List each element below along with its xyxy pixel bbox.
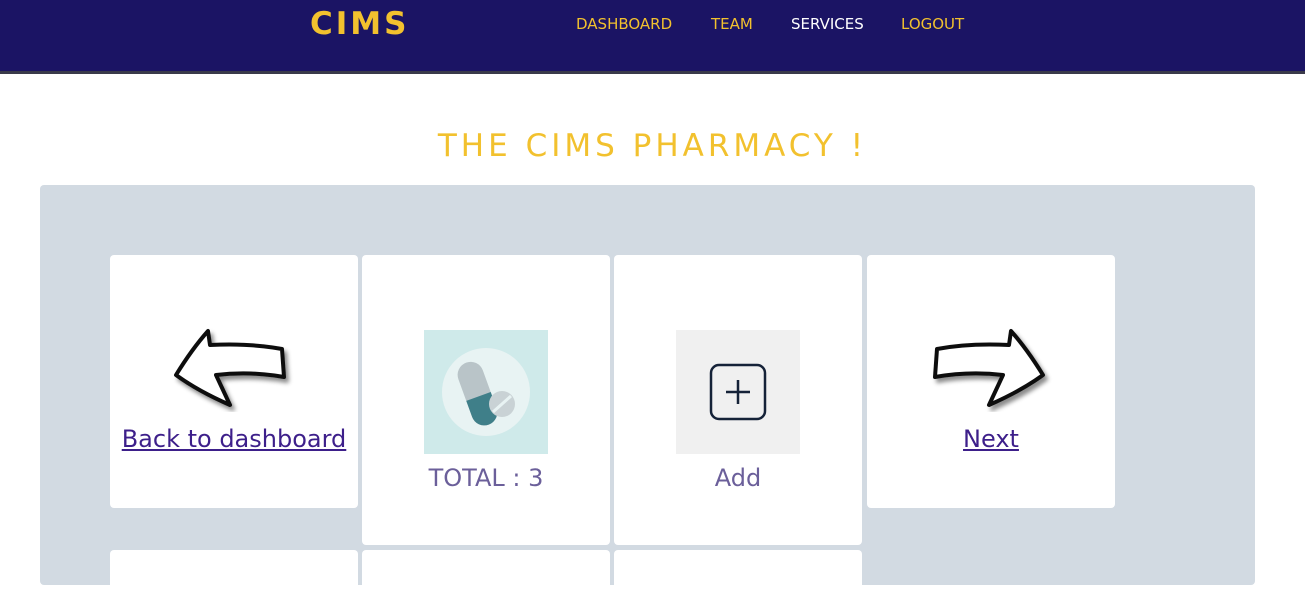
back-to-dashboard-link[interactable]: Back to dashboard xyxy=(110,425,358,453)
brand-logo[interactable]: CIMS xyxy=(310,6,409,42)
nav-services[interactable]: SERVICES xyxy=(791,15,864,33)
nav-logout[interactable]: LOGOUT xyxy=(901,15,964,33)
card-row2-2[interactable] xyxy=(362,550,610,610)
content-panel: Back to dashboard TOTAL : 3 Add Next xyxy=(40,185,1255,610)
arrow-left-icon xyxy=(174,329,286,407)
nav-dashboard[interactable]: DASHBOARD xyxy=(576,15,672,33)
pill-capsule-icon xyxy=(424,330,548,454)
page-title: THE CIMS PHARMACY ! xyxy=(437,128,868,164)
next-link[interactable]: Next xyxy=(867,425,1115,453)
back-card[interactable]: Back to dashboard xyxy=(110,255,358,508)
card-row2-1[interactable] xyxy=(110,550,358,610)
arrow-right-icon xyxy=(933,329,1045,407)
add-medicine-card[interactable]: Add xyxy=(614,255,862,545)
card-row2-3[interactable] xyxy=(614,550,862,610)
add-label[interactable]: Add xyxy=(614,464,862,492)
top-navbar: CIMS DASHBOARD TEAM SERVICES LOGOUT xyxy=(0,0,1305,74)
nav-team[interactable]: TEAM xyxy=(711,15,753,33)
next-card[interactable]: Next xyxy=(867,255,1115,508)
medicine-total-count: TOTAL : 3 xyxy=(428,464,544,492)
medicine-total-card[interactable]: TOTAL : 3 xyxy=(362,255,610,545)
plus-square-icon[interactable] xyxy=(676,330,800,454)
